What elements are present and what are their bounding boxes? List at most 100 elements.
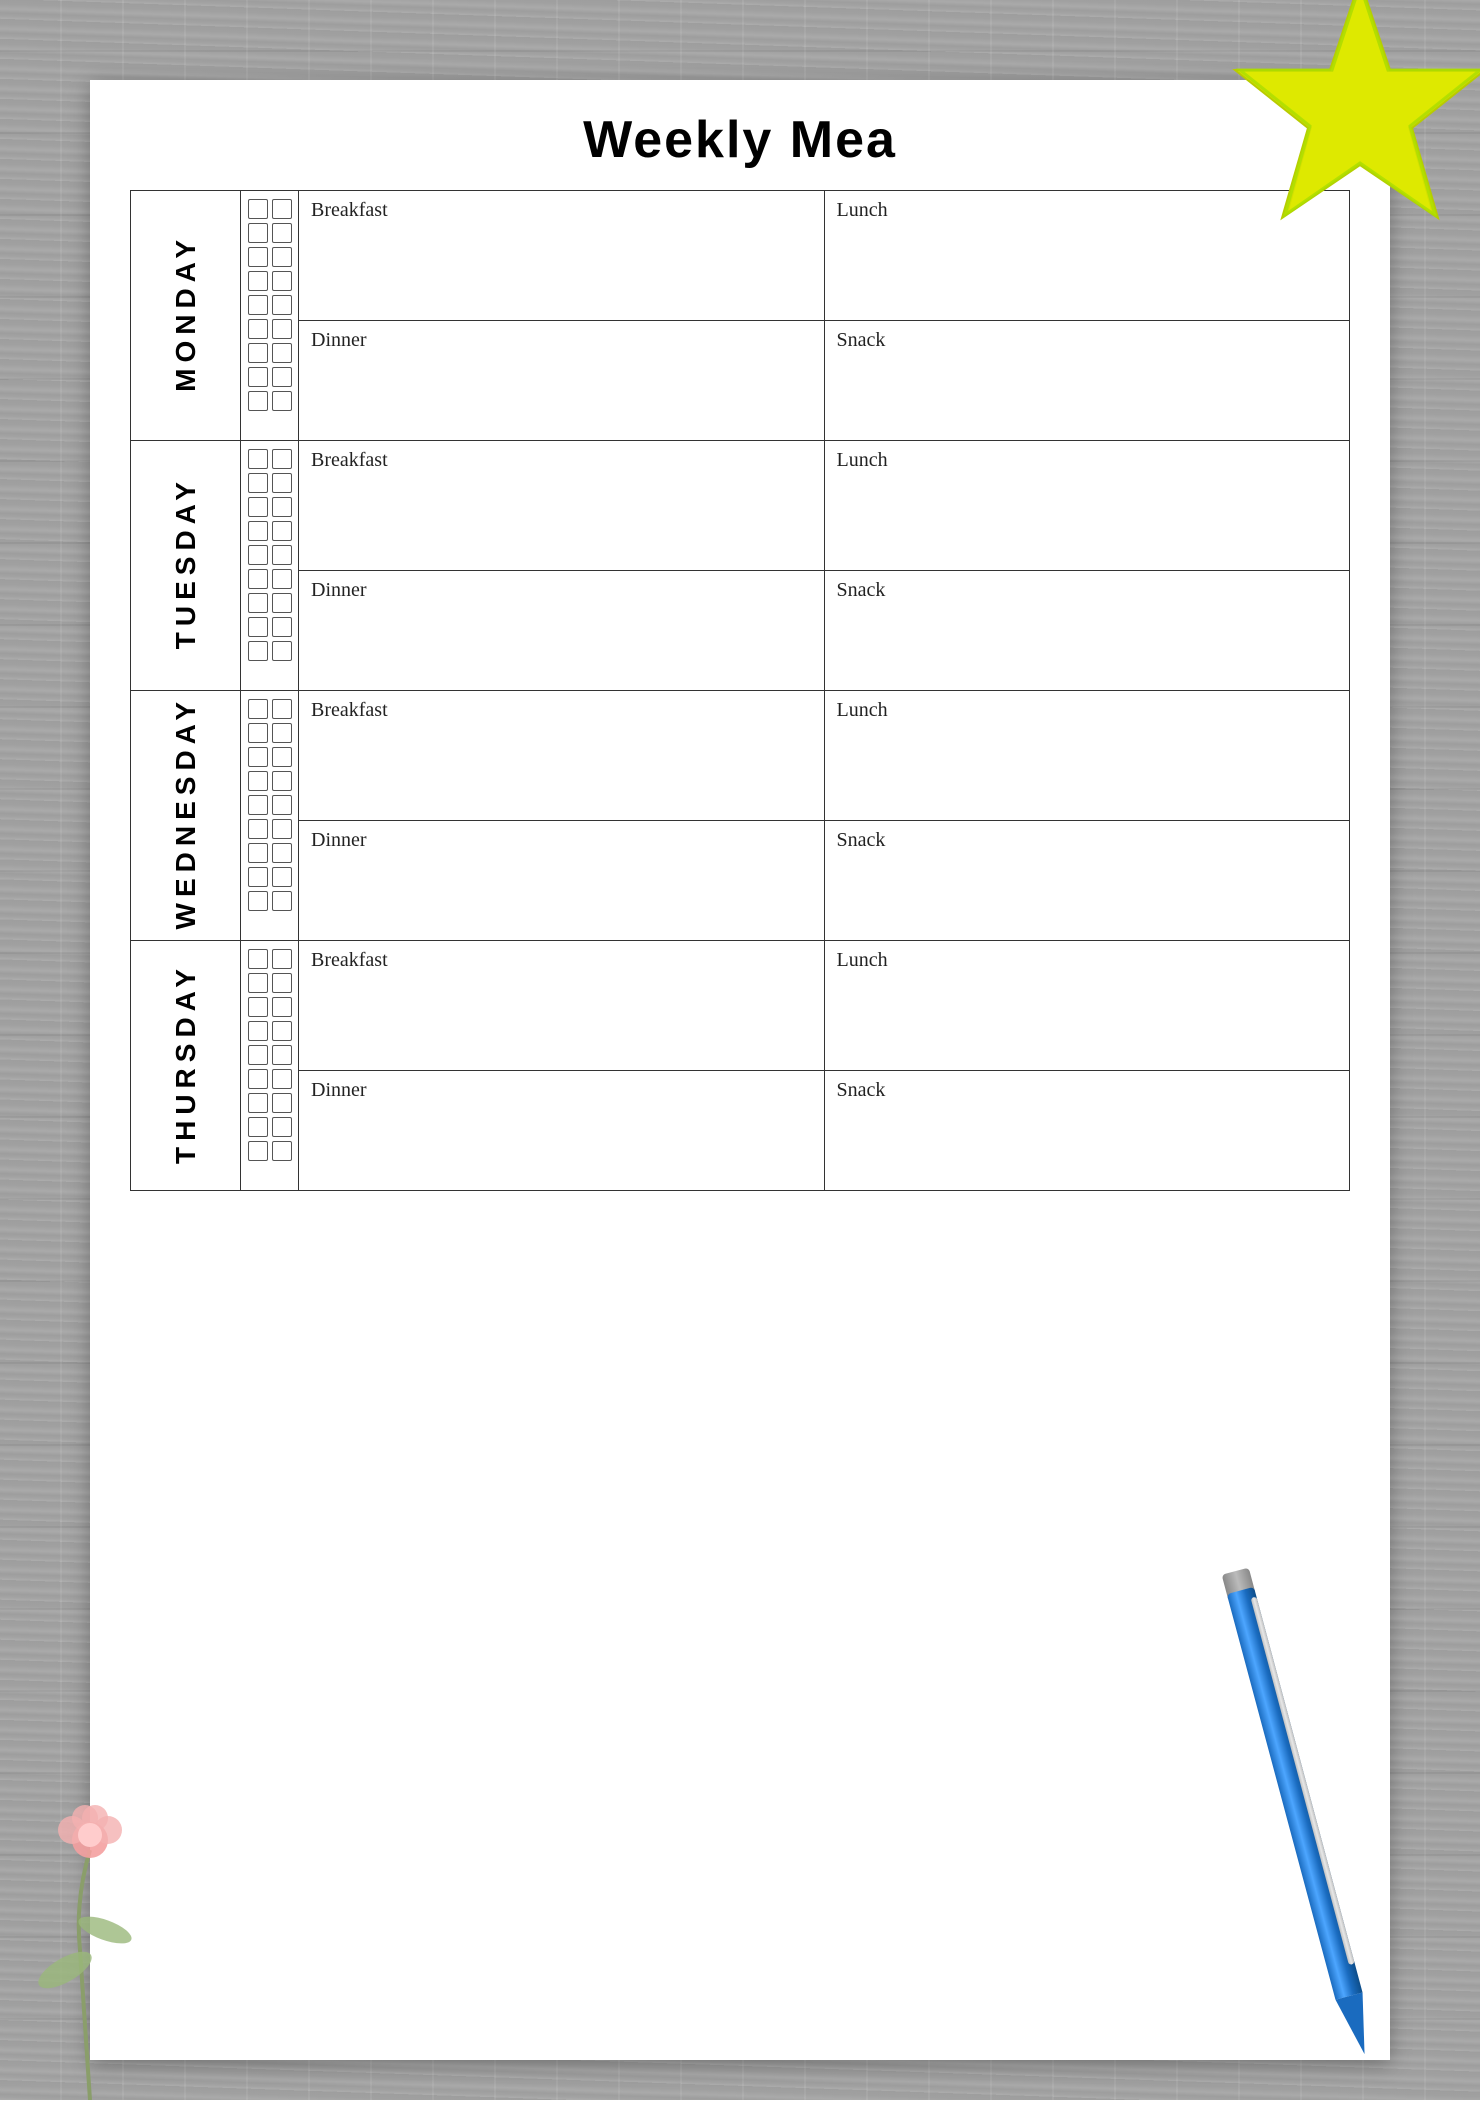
checkbox[interactable] <box>272 617 292 637</box>
checkbox[interactable] <box>272 819 292 839</box>
checkbox[interactable] <box>248 819 268 839</box>
breakfast-cell-tuesday: Breakfast <box>299 441 825 571</box>
checkbox[interactable] <box>248 343 268 363</box>
checkbox[interactable] <box>248 223 268 243</box>
checkbox[interactable] <box>248 1045 268 1065</box>
checkbox[interactable] <box>272 795 292 815</box>
checkbox[interactable] <box>272 295 292 315</box>
checkbox[interactable] <box>272 223 292 243</box>
checkbox[interactable] <box>248 795 268 815</box>
checkbox[interactable] <box>272 973 292 993</box>
checkbox[interactable] <box>272 1141 292 1161</box>
day-label-monday: MONDAY <box>170 234 202 392</box>
checkbox[interactable] <box>248 569 268 589</box>
checkbox[interactable] <box>272 521 292 541</box>
checkbox[interactable] <box>248 1141 268 1161</box>
meal-label-dinner: Dinner <box>311 829 812 852</box>
meal-label-lunch: Lunch <box>837 699 1338 722</box>
checkbox[interactable] <box>272 891 292 911</box>
checkbox[interactable] <box>272 497 292 517</box>
checkbox[interactable] <box>248 521 268 541</box>
checkbox[interactable] <box>272 1069 292 1089</box>
checkbox[interactable] <box>248 473 268 493</box>
snack-cell-wednesday: Snack <box>824 821 1350 941</box>
checkbox[interactable] <box>272 1021 292 1041</box>
day-row-bottom: Dinner Snack <box>131 821 1350 941</box>
breakfast-cell-wednesday: Breakfast <box>299 691 825 821</box>
snack-cell-monday: Snack <box>824 321 1350 441</box>
checkbox[interactable] <box>272 997 292 1017</box>
day-row-top: TUESDAYBreakfastLunch <box>131 441 1350 571</box>
checkbox[interactable] <box>272 199 292 219</box>
day-cell-wednesday: WEDNESDAY <box>131 691 241 941</box>
day-row-bottom: DinnerSnack <box>131 1071 1350 1191</box>
checkbox[interactable] <box>248 867 268 887</box>
checkbox[interactable] <box>272 367 292 387</box>
checkbox[interactable] <box>248 1021 268 1041</box>
checkbox[interactable] <box>248 449 268 469</box>
checkbox[interactable] <box>272 949 292 969</box>
checkbox[interactable] <box>248 949 268 969</box>
checkbox[interactable] <box>248 545 268 565</box>
checkbox[interactable] <box>248 1117 268 1137</box>
checkbox[interactable] <box>248 723 268 743</box>
checkbox[interactable] <box>272 593 292 613</box>
checkbox[interactable] <box>248 843 268 863</box>
day-row-bottom: DinnerSnack <box>131 321 1350 441</box>
checkbox[interactable] <box>248 1069 268 1089</box>
meal-label-snack: Snack <box>837 1079 1338 1102</box>
checkbox[interactable] <box>272 699 292 719</box>
checkbox[interactable] <box>248 247 268 267</box>
checkbox[interactable] <box>248 497 268 517</box>
meal-table: MONDAYBreakfastLunchDinnerSnackTUESDAYBr… <box>130 190 1350 1191</box>
flower-decoration <box>30 1750 150 2100</box>
dinner-cell-tuesday: Dinner <box>299 571 825 691</box>
checkbox[interactable] <box>272 449 292 469</box>
checkbox[interactable] <box>248 617 268 637</box>
checkbox[interactable] <box>272 641 292 661</box>
checkbox[interactable] <box>248 641 268 661</box>
checkbox[interactable] <box>248 747 268 767</box>
checkbox[interactable] <box>272 271 292 291</box>
meal-label-breakfast: Breakfast <box>311 449 812 472</box>
checkbox[interactable] <box>272 473 292 493</box>
checkbox[interactable] <box>272 843 292 863</box>
day-label-tuesday: TUESDAY <box>170 476 202 649</box>
checkbox[interactable] <box>248 295 268 315</box>
checkbox[interactable] <box>272 319 292 339</box>
checkbox[interactable] <box>272 545 292 565</box>
checkbox[interactable] <box>248 367 268 387</box>
day-cell-thursday: THURSDAY <box>131 941 241 1191</box>
checkbox[interactable] <box>272 391 292 411</box>
checkbox[interactable] <box>248 699 268 719</box>
checkbox[interactable] <box>248 319 268 339</box>
checkbox[interactable] <box>272 771 292 791</box>
breakfast-cell-monday: Breakfast <box>299 191 825 321</box>
checkbox[interactable] <box>272 569 292 589</box>
checkbox[interactable] <box>272 1045 292 1065</box>
checkbox[interactable] <box>248 771 268 791</box>
checkbox[interactable] <box>272 723 292 743</box>
lunch-cell-tuesday: Lunch <box>824 441 1350 571</box>
meal-label-breakfast: Breakfast <box>311 199 812 222</box>
checkbox[interactable] <box>272 247 292 267</box>
checkbox[interactable] <box>248 973 268 993</box>
checkbox[interactable] <box>248 271 268 291</box>
checkbox[interactable] <box>248 391 268 411</box>
checkbox[interactable] <box>248 593 268 613</box>
day-label-wednesday: WEDNESDAY <box>170 696 202 929</box>
day-row-top: WEDNESDAYBreakfastLunch <box>131 691 1350 821</box>
day-row-bottom: DinnerSnack <box>131 571 1350 691</box>
checkbox[interactable] <box>272 343 292 363</box>
checkbox[interactable] <box>272 1117 292 1137</box>
lunch-cell-wednesday: Lunch <box>824 691 1350 821</box>
checkbox[interactable] <box>272 1093 292 1113</box>
checkbox[interactable] <box>248 199 268 219</box>
snack-cell-thursday: Snack <box>824 1071 1350 1191</box>
checkbox-cell-tuesday <box>241 441 299 691</box>
checkbox[interactable] <box>272 747 292 767</box>
checkbox[interactable] <box>248 997 268 1017</box>
checkbox[interactable] <box>248 1093 268 1113</box>
checkbox[interactable] <box>248 891 268 911</box>
checkbox[interactable] <box>272 867 292 887</box>
